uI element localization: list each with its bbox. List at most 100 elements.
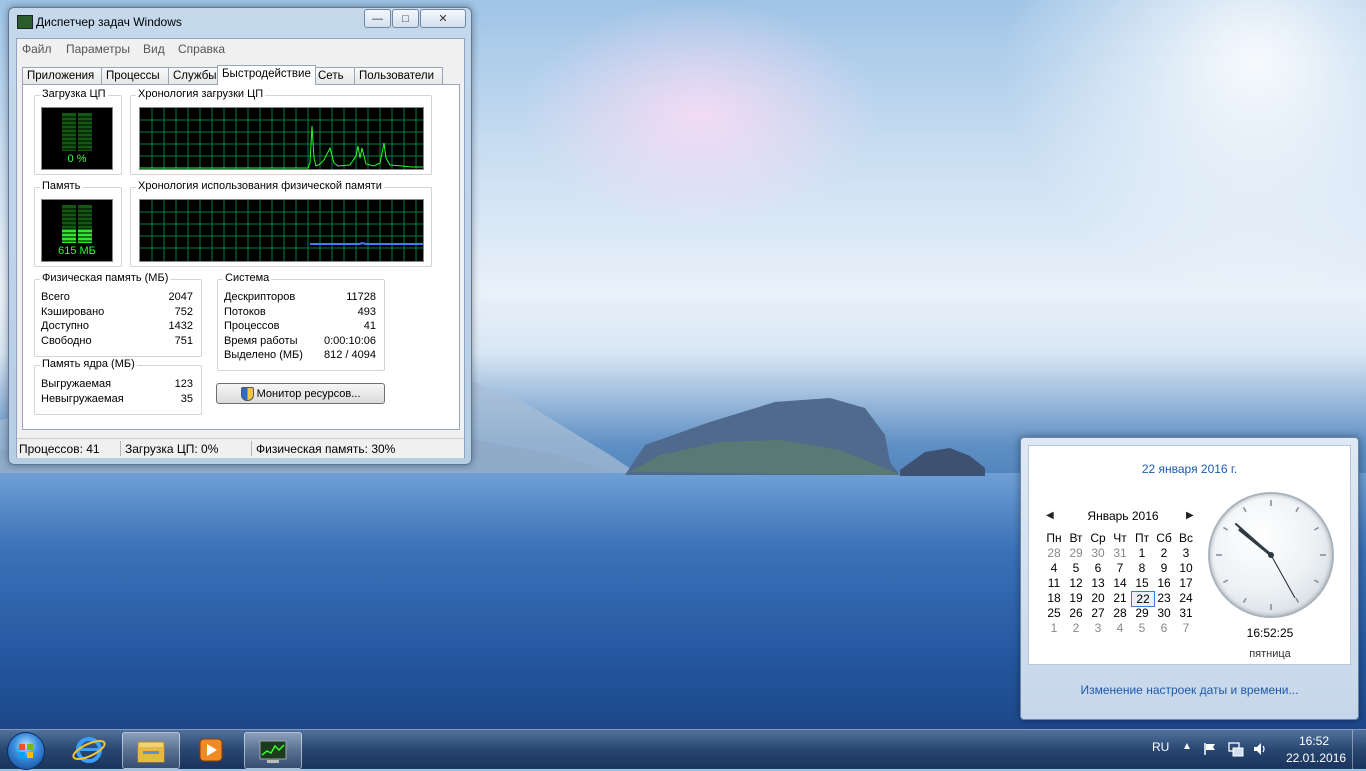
menu-view[interactable]: Вид [143, 42, 165, 56]
cpu-usage-value: 0 % [67, 153, 87, 165]
explorer-button[interactable] [122, 732, 180, 769]
physical-memory-group: Физическая память (МБ) Всего 2047 Кэширо… [34, 272, 202, 357]
calendar-day[interactable]: 13 [1087, 576, 1109, 590]
calendar-day[interactable]: 12 [1065, 576, 1087, 590]
calendar-day[interactable]: 21 [1109, 591, 1131, 605]
calendar-day[interactable]: 14 [1109, 576, 1131, 590]
calendar-next-month-icon[interactable]: ▶ [1186, 510, 1194, 521]
minimize-button[interactable]: — [364, 9, 391, 28]
window-body: Файл Параметры Вид Справка Приложения Пр… [16, 38, 465, 458]
system-threads-value: 493 [357, 306, 376, 318]
system-processes-label: Процессов [224, 320, 280, 332]
kernel-nonpaged-label: Невыгружаемая [41, 393, 124, 405]
calendar-day[interactable]: 31 [1175, 606, 1197, 620]
calendar-day-today[interactable]: 22 [1131, 591, 1155, 607]
calendar-day[interactable]: 25 [1043, 606, 1065, 620]
calendar-day[interactable]: 16 [1153, 576, 1175, 590]
calendar-day[interactable]: 17 [1175, 576, 1197, 590]
memory-value: 615 МБ [58, 245, 96, 257]
volume-icon[interactable] [1252, 741, 1268, 757]
tab-users[interactable]: Пользователи [354, 67, 443, 84]
cpu-usage-title: Загрузка ЦП [40, 88, 108, 100]
calendar-day[interactable]: 28 [1043, 546, 1065, 560]
calendar-day[interactable]: 8 [1131, 561, 1153, 575]
calendar-day[interactable]: 23 [1153, 591, 1175, 605]
physical-memory-cached-label: Кэшировано [41, 306, 105, 318]
calendar-day[interactable]: 7 [1175, 621, 1197, 635]
calendar-day[interactable]: 4 [1109, 621, 1131, 635]
close-button[interactable]: ✕ [420, 9, 466, 28]
calendar-prev-month-icon[interactable]: ◀ [1046, 510, 1054, 521]
taskbar-date[interactable]: 22.01.2016 [1286, 751, 1346, 765]
calendar-day[interactable]: 19 [1065, 591, 1087, 605]
physical-memory-free-label: Свободно [41, 335, 92, 347]
calendar-day[interactable]: 2 [1153, 546, 1175, 560]
calendar-day[interactable]: 5 [1131, 621, 1153, 635]
system-commit-label: Выделено (МБ) [224, 349, 303, 361]
calendar-day[interactable]: 28 [1109, 606, 1131, 620]
calendar-day[interactable]: 31 [1109, 546, 1131, 560]
start-button[interactable] [7, 732, 45, 770]
task-manager-window: Диспетчер задач Windows — □ ✕ Файл Парам… [8, 7, 472, 465]
calendar-weekday-header: Вт [1069, 531, 1083, 545]
calendar-day[interactable]: 11 [1043, 576, 1065, 590]
maximize-button[interactable]: □ [392, 9, 419, 28]
calendar-day[interactable]: 29 [1065, 546, 1087, 560]
calendar-day[interactable]: 6 [1153, 621, 1175, 635]
calendar-day[interactable]: 4 [1043, 561, 1065, 575]
kernel-nonpaged-value: 35 [180, 393, 193, 405]
calendar-day[interactable]: 20 [1087, 591, 1109, 605]
calendar-day[interactable]: 15 [1131, 576, 1153, 590]
calendar-day[interactable]: 27 [1087, 606, 1109, 620]
taskbar-time[interactable]: 16:52 [1299, 734, 1329, 748]
calendar-month-title[interactable]: Январь 2016 [1081, 509, 1165, 523]
calendar-day[interactable]: 3 [1087, 621, 1109, 635]
kernel-paged-label: Выгружаемая [41, 378, 112, 390]
wallpaper-glow-right [1000, 0, 1366, 300]
tab-processes[interactable]: Процессы [101, 67, 171, 84]
title-bar[interactable]: Диспетчер задач Windows — □ ✕ [9, 8, 471, 36]
calendar-day[interactable]: 24 [1175, 591, 1197, 605]
tab-network[interactable]: Сеть [313, 67, 357, 84]
menu-file[interactable]: Файл [22, 42, 52, 56]
show-desktop-button[interactable] [1352, 730, 1366, 769]
calendar-day[interactable]: 6 [1087, 561, 1109, 575]
change-date-time-settings-link[interactable]: Изменение настроек даты и времени... [1021, 683, 1358, 697]
calendar-day[interactable]: 30 [1153, 606, 1175, 620]
taskbar: RU ▲ 16:52 22.01.2016 [0, 729, 1366, 770]
resource-monitor-button[interactable]: Монитор ресурсов... [216, 383, 385, 404]
wallpaper-glow [520, 0, 880, 230]
flyout-long-date[interactable]: 22 января 2016 г. [1029, 462, 1350, 476]
physical-memory-total-value: 2047 [168, 291, 193, 303]
calendar-day[interactable]: 30 [1087, 546, 1109, 560]
tab-performance[interactable]: Быстродействие [217, 65, 316, 85]
media-player-button[interactable] [183, 732, 239, 767]
task-manager-app-icon [17, 15, 33, 29]
calendar-day[interactable]: 10 [1175, 561, 1197, 575]
calendar-day[interactable]: 9 [1153, 561, 1175, 575]
system-handles-value: 11728 [346, 291, 376, 303]
shield-icon [240, 386, 254, 401]
language-indicator[interactable]: RU [1152, 740, 1169, 754]
internet-explorer-button[interactable] [61, 732, 117, 767]
calendar-day[interactable]: 3 [1175, 546, 1197, 560]
calendar-day[interactable]: 29 [1131, 606, 1153, 620]
calendar-day[interactable]: 26 [1065, 606, 1087, 620]
tab-services[interactable]: Службы [168, 67, 220, 84]
weekday-name: пятница [1249, 648, 1291, 660]
action-center-flag-icon[interactable] [1203, 742, 1217, 756]
tab-applications[interactable]: Приложения [22, 67, 104, 84]
calendar-day[interactable]: 7 [1109, 561, 1131, 575]
calendar-day[interactable]: 5 [1065, 561, 1087, 575]
network-icon[interactable] [1228, 741, 1244, 757]
calendar-day[interactable]: 18 [1043, 591, 1065, 605]
calendar-day[interactable]: 1 [1043, 621, 1065, 635]
kernel-paged-value: 123 [174, 378, 193, 390]
calendar-day[interactable]: 1 [1131, 546, 1153, 560]
calendar-day[interactable]: 2 [1065, 621, 1087, 635]
task-manager-taskbar-button[interactable] [244, 732, 302, 769]
calendar-weekday-header: Сб [1156, 531, 1172, 545]
menu-options[interactable]: Параметры [66, 42, 130, 56]
menu-help[interactable]: Справка [178, 42, 225, 56]
show-hidden-icon[interactable]: ▲ [1182, 741, 1192, 752]
